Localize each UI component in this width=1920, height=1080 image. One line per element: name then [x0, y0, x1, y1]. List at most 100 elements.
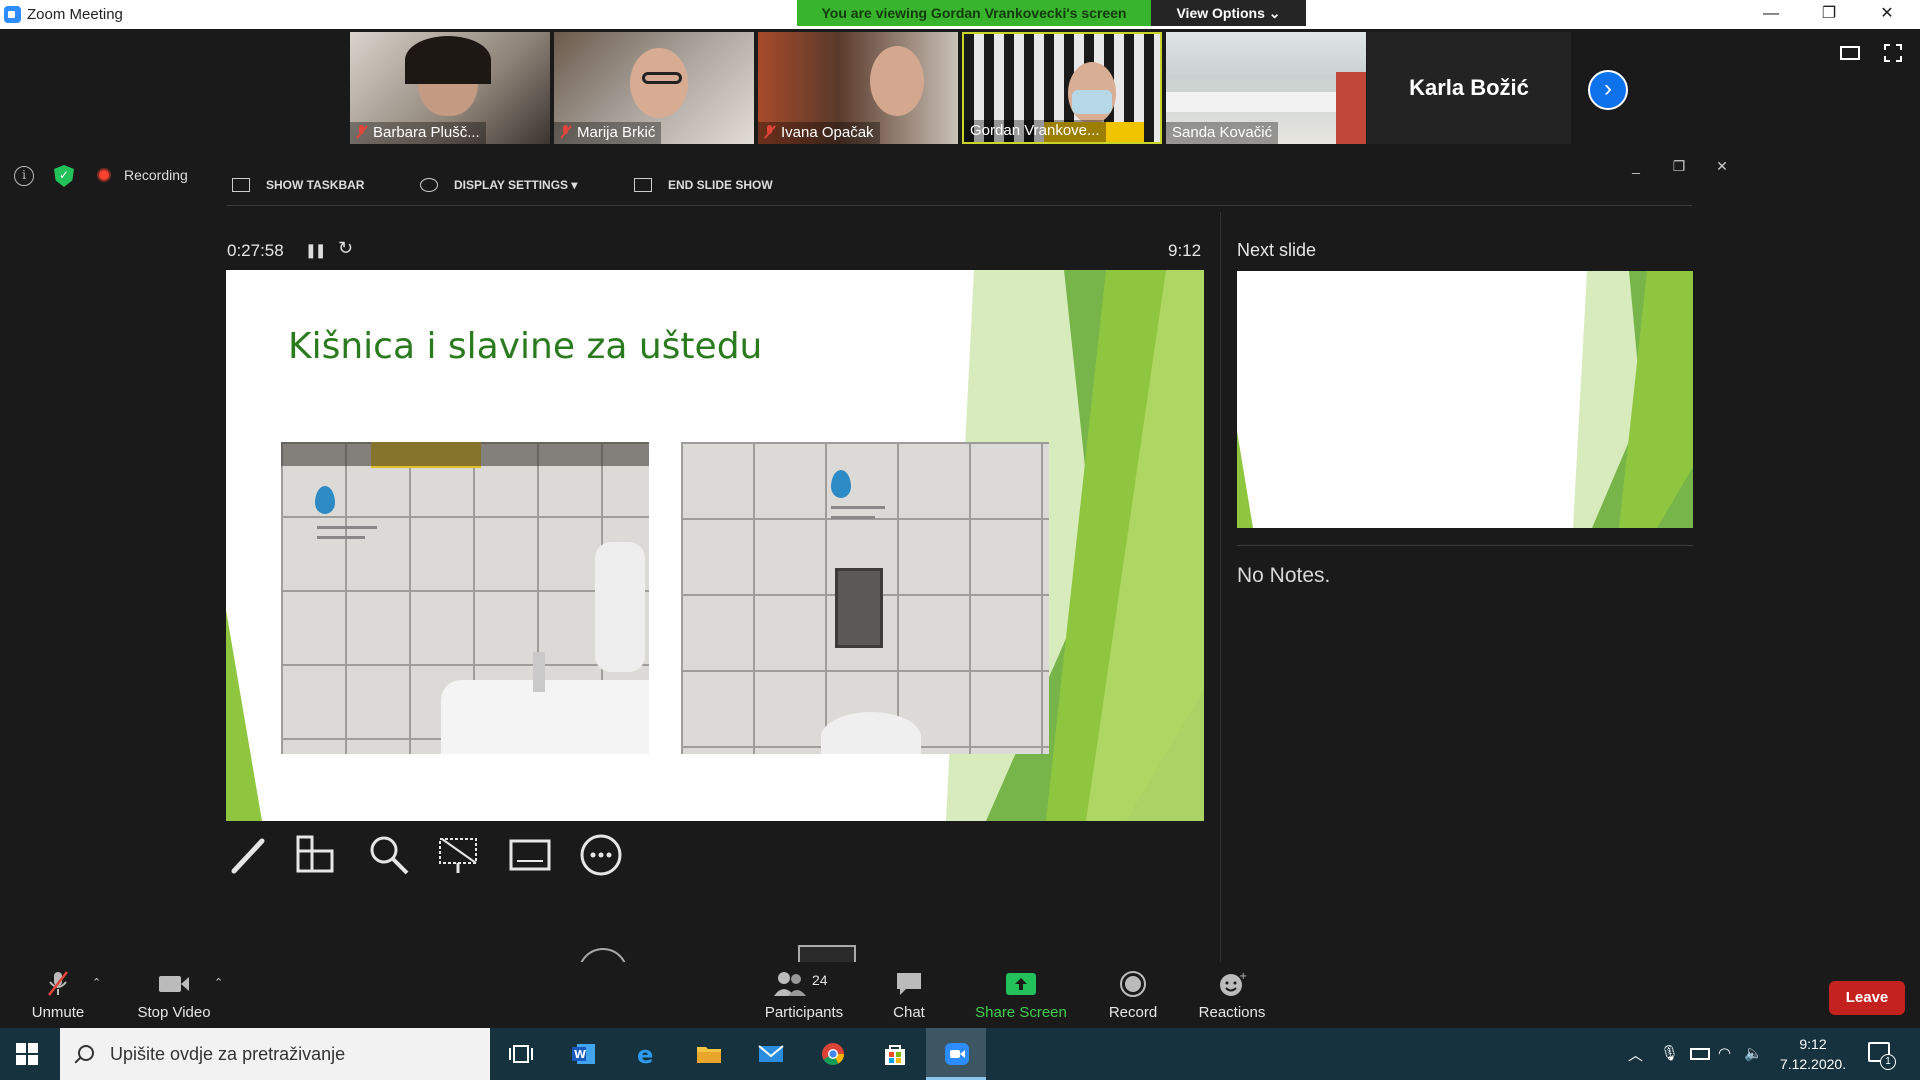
participant-name: Ivana Opačak: [758, 122, 880, 144]
participant-name: Marija Brkić: [554, 122, 662, 144]
participant-name: Gordan Vrankove...: [964, 120, 1106, 142]
security-shield-icon[interactable]: ✓: [54, 165, 74, 187]
microphone-tray-icon[interactable]: 🎙: [1660, 1044, 1679, 1062]
taskbar-word[interactable]: W: [553, 1028, 613, 1080]
presenter-close-button[interactable]: ✕: [1711, 155, 1733, 177]
muted-mic-icon: [560, 125, 571, 139]
battery-icon[interactable]: [1690, 1048, 1710, 1060]
speaker-notes: No Notes.: [1237, 564, 1331, 587]
taskbar-search-box[interactable]: Upišite ovdje za pretraživanje: [60, 1028, 490, 1080]
muted-mic-icon: [764, 125, 775, 139]
more-options-icon[interactable]: [579, 833, 623, 877]
task-view-button[interactable]: [490, 1028, 550, 1080]
presenter-maximize-button[interactable]: ❐: [1668, 155, 1690, 177]
unmute-button[interactable]: Unmute: [26, 970, 90, 1021]
toilet-photo: [681, 442, 1049, 754]
slide-timer: 0:27:58: [227, 241, 284, 260]
svg-text:W: W: [574, 1048, 586, 1061]
minimize-button[interactable]: —: [1748, 0, 1794, 29]
video-tile[interactable]: Ivana Opačak: [758, 32, 958, 144]
participant-shirt: [1336, 72, 1366, 144]
show-taskbar-button[interactable]: SHOW TASKBAR: [232, 175, 364, 195]
stop-video-button[interactable]: Stop Video: [134, 970, 214, 1021]
flush-button: [835, 568, 883, 648]
meeting-controls-bar: [0, 962, 1920, 1028]
wifi-icon[interactable]: ◠: [1718, 1044, 1731, 1062]
presenter-minimize-button[interactable]: _: [1625, 155, 1647, 177]
notes-divider: [1237, 545, 1693, 546]
view-layout-icon[interactable]: [1840, 46, 1860, 60]
windows-start-icon[interactable]: [16, 1043, 38, 1065]
recording-dot-icon: [97, 168, 111, 182]
participant-name: Sanda Kovačić: [1166, 122, 1279, 144]
share-screen-button[interactable]: Share Screen: [974, 970, 1068, 1021]
search-placeholder: Upišite ovdje za pretraživanje: [110, 1044, 346, 1064]
pause-timer-button[interactable]: ❚❚: [305, 242, 327, 259]
next-page-arrow-icon[interactable]: ›: [1588, 70, 1628, 110]
store-bag-icon: [885, 1045, 905, 1065]
participants-button[interactable]: 24 Participants: [760, 970, 848, 1021]
black-screen-icon[interactable]: [436, 833, 480, 877]
participant-name: Barbara Plušč...: [350, 122, 486, 144]
subtitles-icon[interactable]: [508, 833, 552, 877]
view-options-button[interactable]: View Options ⌄: [1151, 0, 1306, 26]
folder-icon: [697, 1047, 721, 1063]
video-tile-active-speaker[interactable]: Gordan Vrankove...: [962, 32, 1162, 144]
svg-text:+: +: [1239, 971, 1247, 982]
record-icon: [1120, 971, 1146, 997]
recording-label: Recording: [124, 167, 188, 183]
next-slide-preview[interactable]: [1237, 271, 1693, 528]
restore-button[interactable]: ❐: [1806, 0, 1852, 29]
taskbar-date: 7.12.2020.: [1779, 1056, 1847, 1072]
glasses-icon: [642, 72, 682, 84]
leave-meeting-button[interactable]: Leave: [1829, 981, 1905, 1015]
water-drop-icon: [315, 486, 335, 514]
sink-basin: [441, 680, 649, 754]
presenter-clock: 9:12: [1168, 241, 1202, 260]
video-tile-name-only[interactable]: Karla Božić: [1367, 32, 1571, 144]
display-settings-button[interactable]: DISPLAY SETTINGS ▾: [420, 175, 577, 195]
taskbar-mail[interactable]: [740, 1028, 800, 1080]
task-view-icon: [509, 1045, 533, 1063]
volume-icon[interactable]: 🔈: [1744, 1044, 1763, 1062]
word-icon: W: [572, 1044, 595, 1064]
participants-icon: [774, 972, 806, 996]
participant-hair: [405, 36, 491, 84]
video-tile[interactable]: Barbara Plušč...: [350, 32, 550, 144]
reactions-button[interactable]: + Reactions: [1198, 970, 1266, 1021]
edge-browser-icon: e: [637, 1042, 653, 1066]
chrome-icon: [822, 1043, 844, 1065]
info-icon[interactable]: i: [14, 166, 34, 186]
notification-badge: 1: [1880, 1054, 1896, 1070]
restart-timer-icon[interactable]: ↻: [338, 238, 353, 259]
show-hidden-icons-chevron[interactable]: ︿: [1628, 1044, 1643, 1065]
next-slide-green-decoration: [1237, 271, 1693, 528]
end-slide-show-button[interactable]: END SLIDE SHOW: [634, 175, 773, 195]
svg-text:e: e: [637, 1042, 653, 1066]
taskbar-chrome[interactable]: [802, 1028, 862, 1080]
taskbar-file-explorer[interactable]: [678, 1028, 738, 1080]
taskbar-icon: [232, 178, 250, 192]
see-all-slides-icon[interactable]: [295, 833, 339, 877]
chat-bubble-icon: [897, 973, 921, 995]
toilet-seat: [821, 712, 921, 754]
taskbar-zoom-active[interactable]: [926, 1028, 986, 1080]
taskbar-store[interactable]: [864, 1028, 924, 1080]
chat-button[interactable]: Chat: [886, 970, 932, 1021]
end-slideshow-icon: [634, 178, 652, 192]
taskbar-time: 9:12: [1799, 1036, 1827, 1052]
taskbar-edge[interactable]: e: [616, 1028, 676, 1080]
zoom-into-slide-icon[interactable]: [367, 833, 411, 877]
record-button[interactable]: Record: [1106, 970, 1160, 1021]
taskbar-clock[interactable]: 9:12 7.12.2020.: [1768, 1034, 1858, 1074]
close-window-button[interactable]: ✕: [1864, 0, 1910, 29]
video-tile[interactable]: Marija Brkić: [554, 32, 754, 144]
audio-options-caret[interactable]: ⌃: [92, 976, 101, 989]
pen-icon[interactable]: [226, 833, 270, 877]
zoom-app-icon: [4, 6, 21, 23]
water-drop-icon: [831, 470, 851, 498]
fullscreen-icon[interactable]: [1884, 44, 1902, 62]
share-screen-icon: [1006, 973, 1036, 995]
video-tile[interactable]: Sanda Kovačić: [1166, 32, 1366, 144]
video-options-caret[interactable]: ⌃: [214, 976, 223, 989]
